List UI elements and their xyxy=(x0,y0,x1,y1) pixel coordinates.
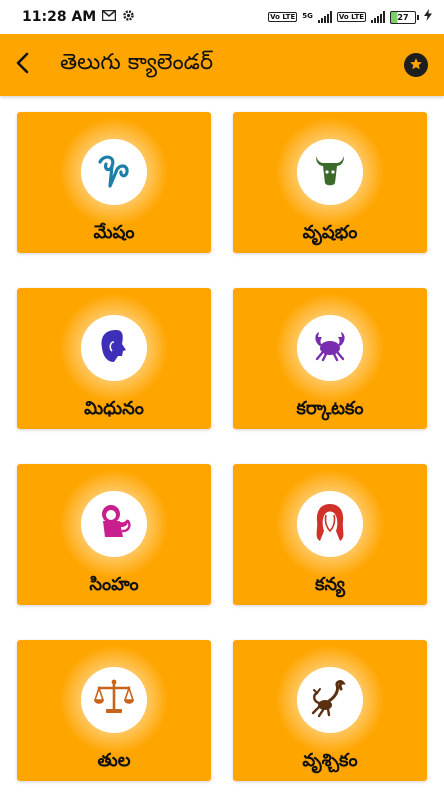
icon-circle xyxy=(297,139,363,205)
gemini-icon xyxy=(94,326,134,370)
settings-gear-icon xyxy=(122,9,135,26)
signal-icon xyxy=(317,11,332,23)
page-title: తెలుగు క్యాలెండర్ xyxy=(60,50,213,75)
icon-circle xyxy=(81,491,147,557)
zodiac-card-scorpio[interactable]: వృశ్చికం xyxy=(233,640,427,781)
zodiac-label: మేషం xyxy=(93,222,135,243)
zodiac-label: వృషభం xyxy=(302,222,358,243)
battery-level: 27 xyxy=(390,10,416,24)
icon-circle xyxy=(81,667,147,733)
zodiac-card-taurus[interactable]: వృషభం xyxy=(233,112,427,253)
favorite-button[interactable] xyxy=(404,53,428,77)
status-left: 11:28 AM xyxy=(22,9,135,26)
app-bar: తెలుగు క్యాలెండర్ xyxy=(0,34,444,96)
zodiac-label: సింహం xyxy=(89,574,139,595)
zodiac-card-aries[interactable]: మేషం xyxy=(17,112,211,253)
zodiac-label: కర్కాటకం xyxy=(296,398,364,419)
zodiac-label: తుల xyxy=(97,750,131,771)
star-icon xyxy=(409,56,423,75)
aries-icon xyxy=(94,150,134,194)
zodiac-card-cancer[interactable]: కర్కాటకం xyxy=(233,288,427,429)
leo-icon xyxy=(93,501,135,547)
icon-circle xyxy=(81,315,147,381)
scorpio-icon xyxy=(309,677,351,723)
back-button[interactable] xyxy=(0,34,44,96)
virgo-icon xyxy=(310,501,350,547)
zodiac-card-virgo[interactable]: కన్య xyxy=(233,464,427,605)
zodiac-label: వృశ్చికం xyxy=(302,750,358,771)
icon-circle xyxy=(297,667,363,733)
icon-circle xyxy=(297,491,363,557)
status-right: Vo LTE 5G Vo LTE 27 xyxy=(268,9,432,25)
zodiac-label: మిధునం xyxy=(84,398,144,419)
gmail-icon xyxy=(101,9,117,25)
zodiac-card-gemini[interactable]: మిధునం xyxy=(17,288,211,429)
battery-icon: 27 xyxy=(390,10,419,24)
zodiac-label: కన్య xyxy=(314,574,346,595)
signal-icon-2 xyxy=(371,11,385,23)
libra-icon xyxy=(93,678,135,722)
charging-icon xyxy=(424,9,432,25)
icon-circle xyxy=(297,315,363,381)
volte-icon-2: Vo LTE xyxy=(336,12,366,22)
icon-circle xyxy=(81,139,147,205)
zodiac-card-leo[interactable]: సింహం xyxy=(17,464,211,605)
volte-icon: Vo LTE xyxy=(268,12,298,22)
back-arrow-icon xyxy=(15,52,29,78)
zodiac-card-libra[interactable]: తుల xyxy=(17,640,211,781)
taurus-icon xyxy=(310,150,350,194)
status-time: 11:28 AM xyxy=(22,9,97,25)
cancer-icon xyxy=(310,326,350,370)
status-bar: 11:28 AM Vo LTE 5G Vo LTE 27 xyxy=(0,0,444,34)
network-gen-label: 5G xyxy=(302,12,313,20)
